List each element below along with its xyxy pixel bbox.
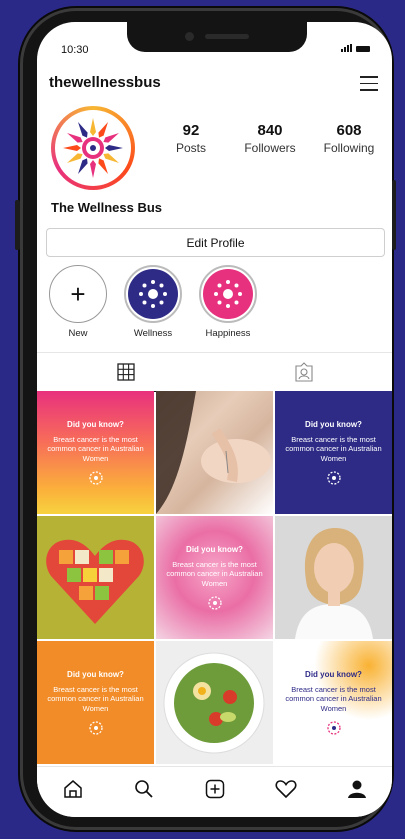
post-body: Breast cancer is the most common cancer …	[47, 434, 144, 463]
logo-icon	[88, 721, 103, 735]
post-tile[interactable]: Did you know? Breast cancer is the most …	[37, 641, 154, 764]
stat-number: 608	[336, 122, 362, 139]
post-tile[interactable]: Did you know? Breast cancer is the most …	[275, 391, 392, 514]
power-button	[392, 180, 396, 250]
highlight-label: Wellness	[133, 328, 173, 339]
edit-profile-button[interactable]: Edit Profile	[46, 228, 385, 257]
acupuncture-photo	[156, 391, 271, 514]
battery-icon	[356, 46, 370, 52]
post-title: Did you know?	[67, 669, 124, 679]
stat-following[interactable]: 608 Following	[313, 122, 385, 155]
logo-icon	[207, 596, 222, 610]
signal-icon	[341, 44, 352, 52]
logo-icon	[326, 721, 341, 735]
fruit-heart-photo	[46, 539, 144, 624]
post-tile[interactable]	[37, 516, 154, 639]
status-icons	[341, 44, 370, 52]
logo-icon	[88, 471, 103, 485]
stat-label: Posts	[175, 141, 206, 155]
tagged-icon	[294, 362, 313, 382]
happiness-icon	[203, 269, 253, 319]
volume-button	[15, 200, 20, 250]
tab-posts-grid[interactable]	[37, 353, 214, 392]
stat-label: Following	[323, 141, 375, 155]
stat-label: Followers	[244, 141, 296, 155]
plus-icon: +	[70, 279, 86, 309]
salad-photo	[163, 652, 265, 754]
home-icon[interactable]	[58, 774, 88, 804]
profile-header: thewellnessbus	[49, 74, 378, 96]
post-title: Did you know?	[186, 544, 243, 554]
post-body: Breast cancer is the most common cancer …	[47, 684, 144, 713]
post-title: Did you know?	[305, 419, 362, 429]
highlight-new[interactable]: + New	[47, 265, 109, 339]
display-name: The Wellness Bus	[51, 200, 163, 215]
post-tile[interactable]	[275, 516, 392, 639]
post-tile[interactable]: Did you know? Breast cancer is the most …	[156, 516, 273, 639]
screen: 10:30 thewellnessbus 92 Posts 840 Follow…	[37, 22, 392, 817]
add-post-icon[interactable]	[200, 774, 230, 804]
heart-icon[interactable]	[271, 774, 301, 804]
post-tile[interactable]	[156, 641, 273, 764]
post-body: Breast cancer is the most common cancer …	[166, 559, 263, 588]
grid-icon	[116, 363, 135, 381]
highlight-label: Happiness	[205, 328, 251, 339]
story-highlights: + New Wellness Happiness	[47, 265, 259, 339]
wellness-icon	[128, 269, 178, 319]
stat-posts[interactable]: 92 Posts	[155, 122, 227, 155]
bottom-nav	[37, 766, 392, 817]
woman-photo	[295, 528, 373, 639]
avatar[interactable]	[51, 106, 135, 190]
highlight-happiness[interactable]: Happiness	[197, 265, 259, 339]
stat-number: 92	[182, 122, 200, 139]
mandala-logo-icon	[63, 118, 123, 178]
profile-icon[interactable]	[342, 774, 372, 804]
post-tile[interactable]: Did you know? Breast cancer is the most …	[275, 641, 392, 764]
post-title: Did you know?	[305, 669, 362, 679]
post-body: Breast cancer is the most common cancer …	[285, 434, 382, 463]
post-title: Did you know?	[67, 419, 124, 429]
profile-stats: 92 Posts 840 Followers 608 Following	[155, 122, 385, 155]
logo-icon	[326, 471, 341, 485]
stat-followers[interactable]: 840 Followers	[234, 122, 306, 155]
status-time: 10:30	[61, 44, 89, 56]
highlight-wellness[interactable]: Wellness	[122, 265, 184, 339]
tab-tagged[interactable]	[215, 353, 392, 391]
menu-icon[interactable]	[360, 76, 378, 91]
posts-grid: Did you know? Breast cancer is the most …	[37, 391, 392, 766]
post-tile[interactable]	[156, 391, 273, 514]
stat-number: 840	[257, 122, 283, 139]
username: thewellnessbus	[49, 74, 161, 91]
post-tile[interactable]: Did you know? Breast cancer is the most …	[37, 391, 154, 514]
highlight-label: New	[68, 328, 88, 339]
notch	[127, 22, 307, 52]
search-icon[interactable]	[129, 774, 159, 804]
post-body: Breast cancer is the most common cancer …	[285, 684, 382, 713]
profile-tabs	[37, 352, 392, 392]
